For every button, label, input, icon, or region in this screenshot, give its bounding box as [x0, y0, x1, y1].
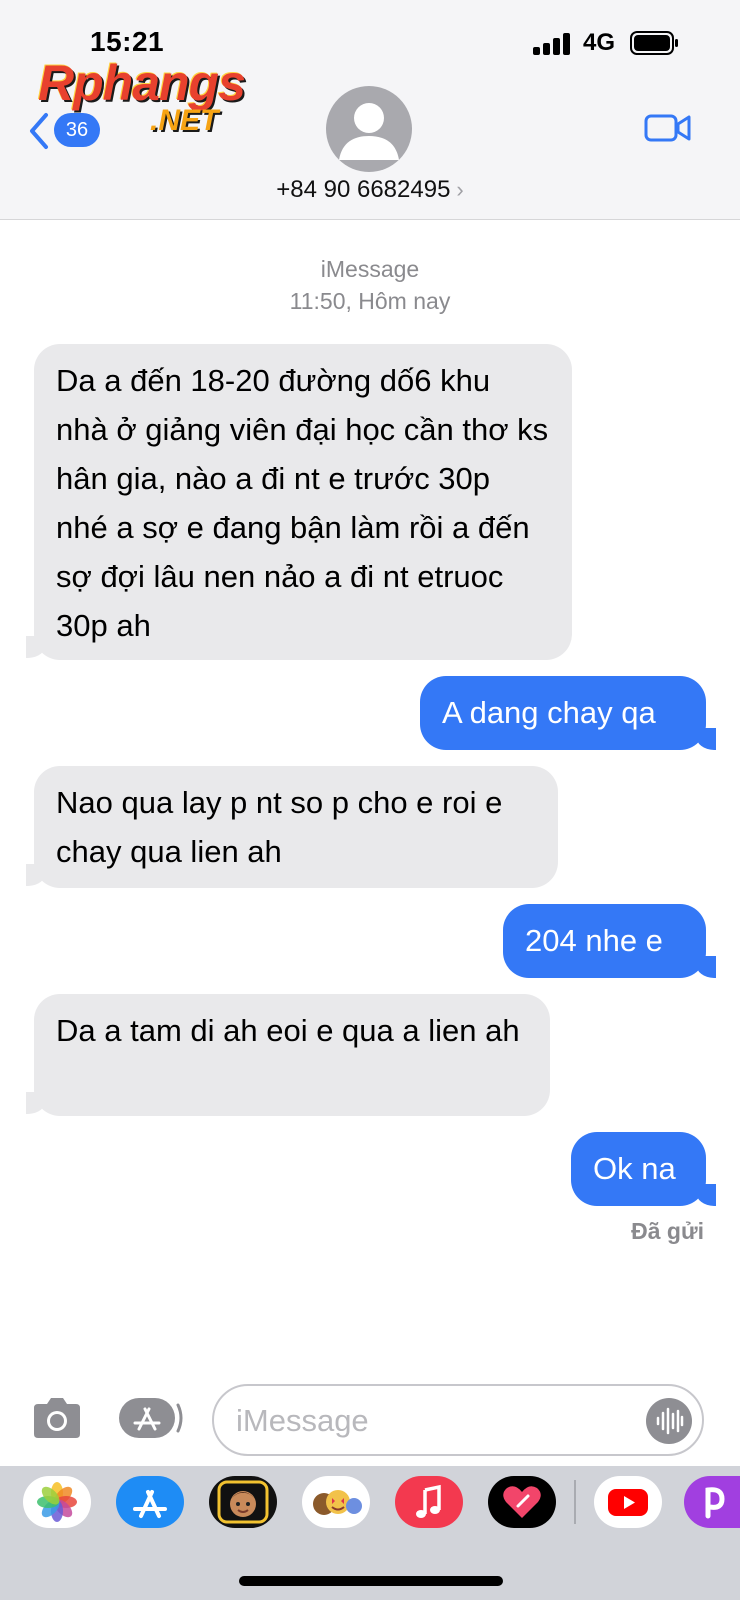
bubble-tail	[26, 1092, 46, 1114]
bubble-tail	[26, 636, 46, 658]
message-text: Nao qua lay p nt so p cho e roi e chay q…	[56, 785, 503, 869]
service-label: iMessage	[320, 256, 420, 282]
music-app-icon[interactable]	[395, 1476, 463, 1528]
avatar-icon	[339, 103, 399, 160]
chevron-right-icon: ›	[456, 177, 464, 202]
photos-app-icon[interactable]	[23, 1476, 91, 1528]
message-bubble-outgoing[interactable]: 204 nhe e	[503, 904, 706, 978]
audio-waveform-icon[interactable]	[646, 1398, 692, 1444]
app-store-icon[interactable]	[118, 1397, 184, 1439]
delivered-status: Đã gửi	[631, 1218, 704, 1244]
bubble-tail	[696, 956, 716, 978]
conversation-header: 15:21 4G Rphangs .NET 36 +84 90 6682495 ›	[0, 0, 740, 220]
message-bubble-incoming[interactable]: Nao qua lay p nt so p cho e roi e chay q…	[34, 766, 558, 888]
message-text: Ok na	[593, 1151, 676, 1186]
message-text: Da a tam di ah eoi e qua a lien ah	[56, 1013, 520, 1048]
animoji-app-icon[interactable]	[302, 1476, 370, 1528]
video-camera-icon[interactable]	[644, 112, 692, 144]
bubble-tail	[26, 864, 46, 886]
youtube-app-icon[interactable]	[594, 1476, 662, 1528]
message-text: A dang chay qa	[442, 695, 656, 730]
bubble-tail	[696, 728, 716, 750]
message-input-container[interactable]	[212, 1384, 704, 1456]
message-text: 204 nhe e	[525, 923, 663, 958]
bubble-tail	[696, 1184, 716, 1206]
home-indicator[interactable]	[239, 1576, 503, 1586]
contact-name[interactable]: +84 90 6682495 ›	[0, 176, 740, 204]
contact-avatar[interactable]	[326, 86, 412, 172]
message-input[interactable]	[234, 1400, 618, 1442]
app-store-app-icon[interactable]	[116, 1476, 184, 1528]
cellular-signal-icon	[533, 31, 573, 55]
network-type: 4G	[583, 29, 616, 56]
conversation-timestamp: 11:50, Hôm nay	[289, 288, 451, 314]
chevron-left-icon[interactable]	[28, 112, 50, 150]
camera-icon[interactable]	[30, 1396, 84, 1440]
message-bubble-incoming[interactable]: Da a đến 18-20 đường dố6 khu nhà ở giảng…	[34, 344, 572, 660]
message-bubble-outgoing[interactable]: A dang chay qa	[420, 676, 706, 750]
drawer-divider	[574, 1480, 576, 1524]
memoji-app-icon[interactable]	[209, 1476, 277, 1528]
watermark-sub: .NET	[150, 104, 219, 137]
battery-icon	[630, 31, 678, 55]
unread-count-badge[interactable]: 36	[54, 113, 100, 147]
message-bubble-incoming[interactable]: Da a tam di ah eoi e qua a lien ah	[34, 994, 550, 1116]
picsart-app-icon[interactable]	[684, 1476, 740, 1528]
contact-number: +84 90 6682495	[276, 176, 451, 203]
message-text: Da a đến 18-20 đường dố6 khu nhà ở giảng…	[56, 363, 549, 643]
message-bubble-outgoing[interactable]: Ok na	[571, 1132, 706, 1206]
digital-touch-app-icon[interactable]	[488, 1476, 556, 1528]
